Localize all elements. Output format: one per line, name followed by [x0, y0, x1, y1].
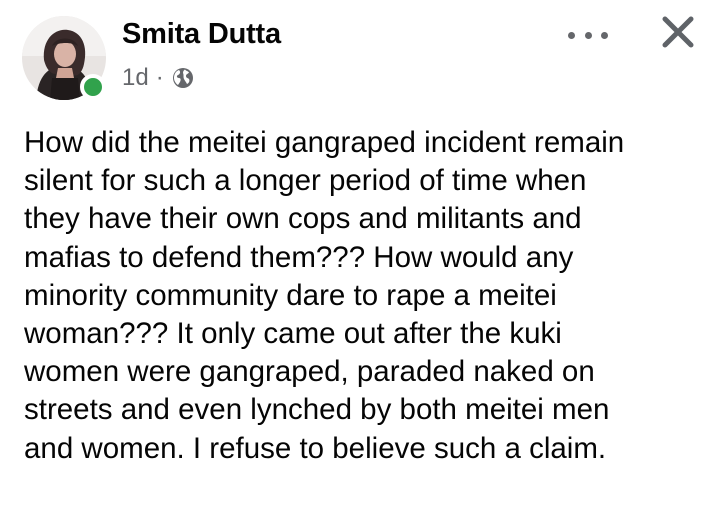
online-status-dot [80, 74, 106, 100]
post-time[interactable]: 1d [122, 64, 149, 92]
author-name[interactable]: Smita Dutta [122, 18, 281, 51]
post-header: Smita Dutta 1d · [0, 0, 720, 110]
post-text: How did the meitei gangraped incident re… [24, 126, 625, 465]
close-icon[interactable] [660, 14, 696, 50]
post-meta: 1d · [122, 64, 195, 92]
more-options-button[interactable] [568, 22, 608, 48]
globe-icon[interactable] [171, 66, 195, 90]
more-dots-icon [568, 31, 575, 39]
avatar[interactable] [22, 16, 106, 100]
meta-separator: · [155, 64, 164, 91]
